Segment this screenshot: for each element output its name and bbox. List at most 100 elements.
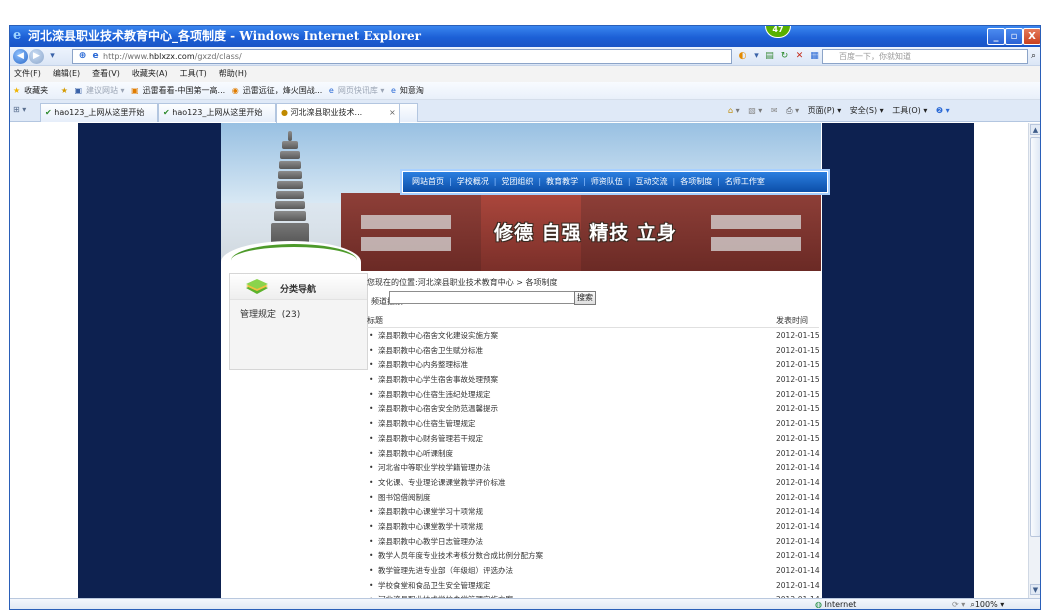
article-title-link[interactable]: 滦县职教中心教学日志管理办法 [378, 535, 483, 550]
article-title-link[interactable]: 河北省中等职业学校学籍管理办法 [378, 461, 491, 476]
read-mail-icon[interactable]: ✉ [771, 106, 778, 115]
rss-icon[interactable]: ▤ [763, 50, 776, 63]
quick-tabs-icon[interactable]: ⊞ ▾ [13, 105, 26, 114]
menu-tools[interactable]: 工具(T) [180, 69, 207, 78]
back-icon[interactable]: ◀ [13, 49, 28, 64]
fav-web-slice-gallery[interactable]: 网页快讯库 ▾ [338, 86, 385, 95]
title-bar[interactable]: e 河北滦县职业技术教育中心_各项制度 - Windows Internet E… [10, 26, 1040, 47]
nav-party-league[interactable]: 党团组织 [496, 177, 538, 186]
table-row[interactable]: • 河北省中等职业学校学籍管理办法 2012-01-14 [367, 461, 820, 476]
table-row[interactable]: • 滦县职教中心宿舍文化建设实施方案 2012-01-15 [367, 329, 820, 344]
article-title-link[interactable]: 滦县职教中心宿舍卫生赋分标准 [378, 344, 483, 359]
table-row[interactable]: • 滦县职教中心财务管理若干规定 2012-01-15 [367, 432, 820, 447]
table-row[interactable]: • 滦县职教中心学生宿舍事故处理预案 2012-01-15 [367, 373, 820, 388]
article-title-link[interactable]: 教学管理先进专业部（年级组）评选办法 [378, 564, 513, 579]
sidebar-item-management-rules[interactable]: 管理规定 (23) [240, 307, 300, 320]
table-row[interactable]: • 教学管理先进专业部（年级组）评选办法 2012-01-14 [367, 564, 820, 579]
table-row[interactable]: • 滦县职教中心课堂教学十项常规 2012-01-14 [367, 520, 820, 535]
table-row[interactable]: • 滦县职教中心内务整理标准 2012-01-15 [367, 358, 820, 373]
stop-icon[interactable]: ✕ [793, 50, 806, 63]
channel-search-input[interactable] [389, 291, 589, 304]
table-row[interactable]: • 滦县职教中心教学日志管理办法 2012-01-14 [367, 535, 820, 550]
search-provider-icon[interactable]: ▦ [808, 50, 821, 63]
article-title-link[interactable]: 滦县职教中心宿舍文化建设实施方案 [378, 329, 498, 344]
tab-hao123-2[interactable]: ✔ hao123_上网从这里开始 [158, 103, 276, 122]
search-icon[interactable]: ⌕ [1031, 49, 1040, 64]
article-title-link[interactable]: 滦县职教中心住宿生管理规定 [378, 417, 476, 432]
tab-school-site[interactable]: ● 河北滦县职业技术... × [276, 103, 400, 123]
nav-school-overview[interactable]: 学校概况 [452, 177, 494, 186]
scroll-down-icon[interactable]: ▼ [1030, 584, 1040, 595]
search-input[interactable]: 百度一下，你就知道 [822, 49, 1028, 64]
compat-icon[interactable]: ◐ [736, 50, 749, 63]
table-row[interactable]: • 文化课、专业理论课课堂教学评价标准 2012-01-14 [367, 476, 820, 491]
menu-help[interactable]: 帮助(H) [219, 69, 247, 78]
forward-icon[interactable]: ▶ [29, 49, 44, 64]
article-title-link[interactable]: 滦县职教中心课堂学习十项常规 [378, 505, 483, 520]
nav-teaching[interactable]: 教育教学 [541, 177, 583, 186]
channel-search-button[interactable]: 搜索 [574, 291, 596, 305]
close-tab-icon[interactable]: × [389, 104, 396, 121]
dropdown-icon[interactable]: ▾ [46, 50, 59, 63]
table-row[interactable]: • 滦县职教中心宿舍安全防范温馨提示 2012-01-15 [367, 402, 820, 417]
fav-suggested-sites[interactable]: 建议网站 ▾ [86, 86, 125, 95]
address-input[interactable]: ⊕ e http://www.hblxzx.com/gxzd/class/ [72, 49, 732, 64]
article-title-link[interactable]: 图书馆借阅制度 [378, 491, 431, 506]
nav-interaction[interactable]: 互动交流 [631, 177, 673, 186]
refresh-icon[interactable]: ↻ [778, 50, 791, 63]
article-title-link[interactable]: 滦县职教中心财务管理若干规定 [378, 432, 483, 447]
article-title-link[interactable]: 滦县职教中心住宿生违纪处理规定 [378, 388, 491, 403]
book-icon [246, 279, 268, 294]
vertical-scrollbar[interactable]: ▲ ▼ [1028, 123, 1040, 598]
minimize-button[interactable]: _ [987, 28, 1005, 45]
table-row[interactable]: • 滦县职教中心住宿生管理规定 2012-01-15 [367, 417, 820, 432]
safety-menu[interactable]: 安全(S) ▾ [850, 106, 884, 115]
favorites-label[interactable]: 收藏夹 [24, 86, 48, 95]
article-title-link[interactable]: 滦县职教中心内务整理标准 [378, 358, 468, 373]
fav-xunlei-yuanzheng[interactable]: 迅雷远征，烽火国战... [243, 86, 323, 95]
zoom-control[interactable]: ⟳ ▾ ⌕100% ▾ [952, 599, 1004, 609]
fav-xunlei-kankan[interactable]: 迅雷看看-中国第一高... [143, 86, 226, 95]
feeds-icon[interactable]: ▧ [748, 106, 756, 115]
article-title-link[interactable]: 学校食堂和食品卫生安全管理规定 [378, 579, 491, 594]
security-zone[interactable]: ◍ Internet [815, 599, 856, 609]
article-title-link[interactable]: 文化课、专业理论课课堂教学评价标准 [378, 476, 506, 491]
menu-file[interactable]: 文件(F) [14, 69, 41, 78]
article-title-link[interactable]: 滦县职教中心学生宿舍事故处理预案 [378, 373, 498, 388]
table-row[interactable]: • 图书馆借阅制度 2012-01-14 [367, 491, 820, 506]
print-icon[interactable]: ⎙ [786, 106, 792, 115]
article-title-link[interactable]: 滦县职教中心听课制度 [378, 447, 453, 462]
table-row[interactable]: • 教学人员年度专业技术考核分数合成比例分配方案 2012-01-14 [367, 549, 820, 564]
close-button[interactable]: X [1023, 28, 1040, 45]
table-row[interactable]: • 滦县职教中心课堂学习十项常规 2012-01-14 [367, 505, 820, 520]
new-tab-button[interactable] [400, 103, 418, 122]
menu-favorites[interactable]: 收藏夹(A) [132, 69, 168, 78]
notification-badge[interactable]: 47 [765, 26, 791, 38]
favorites-bar: ★ 收藏夹 ★ ▣ 建议网站 ▾ ▣ 迅雷看看-中国第一高... ◉ 迅雷远征，烽火国战… [10, 82, 1040, 100]
menu-edit[interactable]: 编辑(E) [53, 69, 80, 78]
table-row[interactable]: • 学校食堂和食品卫生安全管理规定 2012-01-14 [367, 579, 820, 594]
table-row[interactable]: • 滦县职教中心住宿生违纪处理规定 2012-01-15 [367, 388, 820, 403]
home-icon[interactable]: ⌂ [728, 106, 733, 115]
article-title-link[interactable]: 滦县职教中心宿舍安全防范温馨提示 [378, 402, 498, 417]
page-menu[interactable]: 页面(P) ▾ [808, 106, 842, 115]
scroll-up-icon[interactable]: ▲ [1030, 124, 1040, 135]
nav-master-teacher[interactable]: 名师工作室 [720, 177, 770, 186]
menu-view[interactable]: 查看(V) [92, 69, 120, 78]
maximize-button[interactable]: ▫ [1005, 28, 1023, 45]
nav-faculty[interactable]: 师资队伍 [586, 177, 628, 186]
article-title-link[interactable]: 教学人员年度专业技术考核分数合成比例分配方案 [378, 549, 543, 564]
help-menu[interactable]: ❷ ▾ [936, 106, 950, 115]
address-dropdown-icon[interactable]: ▾ [750, 50, 763, 63]
bullet-icon: • [369, 360, 374, 370]
nav-regulations[interactable]: 各项制度 [675, 177, 717, 186]
tab-hao123-1[interactable]: ✔ hao123_上网从这里开始 [40, 103, 158, 122]
table-row[interactable]: • 滦县职教中心听课制度 2012-01-14 [367, 447, 820, 462]
table-row[interactable]: • 滦县职教中心宿舍卫生赋分标准 2012-01-15 [367, 344, 820, 359]
scroll-thumb[interactable] [1030, 137, 1040, 537]
tools-menu[interactable]: 工具(O) ▾ [892, 106, 927, 115]
article-title-link[interactable]: 滦县职教中心课堂教学十项常规 [378, 520, 483, 535]
add-favorite-icon[interactable]: ★ [61, 86, 68, 95]
nav-home[interactable]: 网站首页 [407, 177, 449, 186]
fav-zhiyitao[interactable]: 知意淘 [400, 86, 424, 95]
